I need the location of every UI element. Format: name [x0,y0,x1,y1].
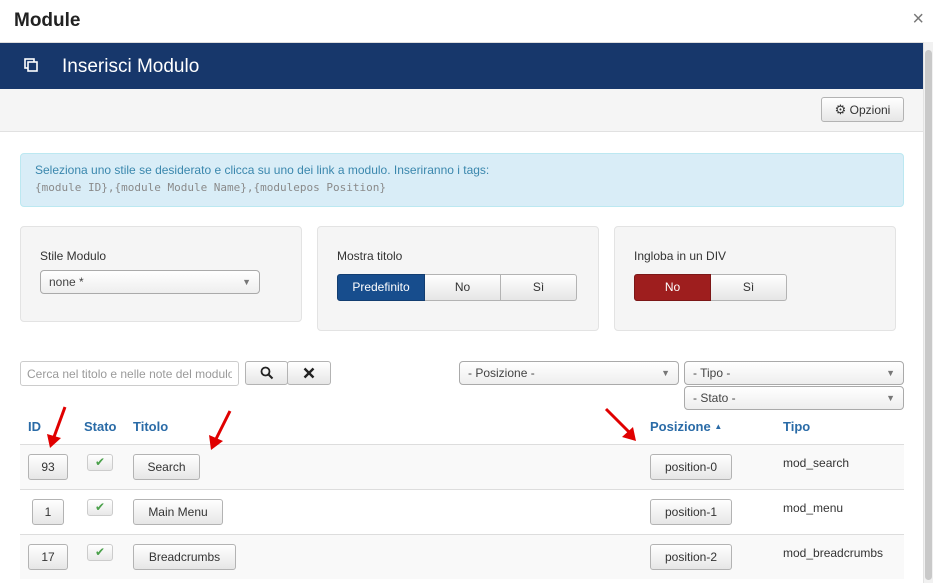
row-type: mod_menu [783,501,844,515]
modal-close-icon[interactable]: × [912,9,924,29]
type-filter-value: - Tipo - [693,366,731,380]
style-panel: Stile Modulo none * ▼ [20,226,302,322]
style-select[interactable]: none * ▼ [40,270,260,294]
row-title-button[interactable]: Breadcrumbs [133,544,236,570]
row-id-button[interactable]: 93 [28,454,68,480]
title-si-button[interactable]: Sì [501,274,577,301]
check-icon[interactable]: ✔ [87,454,113,471]
title-no-button[interactable]: No [425,274,501,301]
state-filter-select[interactable]: - Stato - ▼ [684,386,904,410]
row-type: mod_search [783,456,850,470]
column-header-position[interactable]: Posizione ▲ [650,419,722,434]
column-header-position-label: Posizione [650,419,711,434]
style-select-value: none * [49,275,84,289]
div-si-button[interactable]: Sì [711,274,787,301]
annotation-arrow-icon [47,406,67,448]
table-row: 17 ✔ Breadcrumbs position-2 mod_breadcru… [20,534,904,579]
type-filter-select[interactable]: - Tipo - ▼ [684,361,904,385]
annotation-arrow-icon [604,407,636,441]
search-input[interactable] [20,361,239,386]
modal-header: Module × [0,0,933,43]
info-tags: {module ID},{module Module Name},{module… [35,181,386,194]
title-label: Mostra titolo [337,249,403,263]
gear-icon: ⚙ [834,102,847,117]
state-filter-value: - Stato - [693,391,736,405]
table-row: 1 ✔ Main Menu position-1 mod_menu [20,489,904,534]
row-id-button[interactable]: 17 [28,544,68,570]
annotation-arrow-icon [209,410,232,450]
options-button[interactable]: ⚙ Opzioni [821,97,904,122]
info-alert: Seleziona uno stile se desiderato e clic… [20,153,904,207]
clear-button[interactable] [287,361,331,385]
position-filter-select[interactable]: - Posizione - ▼ [459,361,679,385]
row-id-button[interactable]: 1 [32,499,64,525]
check-icon[interactable]: ✔ [87,544,113,561]
title-toggle-group: Predefinito No Sì [337,274,577,301]
column-header-title[interactable]: Titolo [133,419,168,434]
clear-icon [303,367,315,379]
toolbar [0,89,924,132]
div-no-button[interactable]: No [634,274,711,301]
chevron-down-icon: ▼ [886,368,895,378]
title-predefinito-button[interactable]: Predefinito [337,274,425,301]
page-header-bar: Inserisci Modulo [0,43,924,89]
insert-module-icon [24,58,38,72]
row-title-button[interactable]: Search [133,454,200,480]
div-panel: Ingloba in un DIV No Sì [614,226,896,331]
sort-ascending-icon: ▲ [714,422,723,431]
search-icon [260,366,273,380]
row-type: mod_breadcrumbs [783,546,884,560]
row-title-button[interactable]: Main Menu [133,499,223,525]
row-position-button[interactable]: position-2 [650,544,732,570]
table-row: 93 ✔ Search position-0 mod_search [20,444,904,489]
style-label: Stile Modulo [40,249,107,263]
row-position-button[interactable]: position-1 [650,499,732,525]
div-toggle-group: No Sì [634,274,787,301]
row-position-button[interactable]: position-0 [650,454,732,480]
chevron-down-icon: ▼ [886,393,895,403]
scrollbar-thumb[interactable] [925,50,932,580]
check-icon[interactable]: ✔ [87,499,113,516]
title-panel: Mostra titolo Predefinito No Sì [317,226,599,331]
column-header-state[interactable]: Stato [84,419,117,434]
search-button[interactable] [245,361,288,385]
options-label: Opzioni [849,103,891,117]
page-title: Inserisci Modulo [62,56,200,77]
scrollbar[interactable] [923,42,933,583]
chevron-down-icon: ▼ [661,368,670,378]
info-text: Seleziona uno stile se desiderato e clic… [35,163,490,177]
div-label: Ingloba in un DIV [634,249,727,263]
position-filter-value: - Posizione - [468,366,535,380]
column-header-type[interactable]: Tipo [783,419,810,434]
column-header-id[interactable]: ID [28,419,41,434]
chevron-down-icon: ▼ [242,277,251,287]
modal-title: Module [14,10,81,31]
